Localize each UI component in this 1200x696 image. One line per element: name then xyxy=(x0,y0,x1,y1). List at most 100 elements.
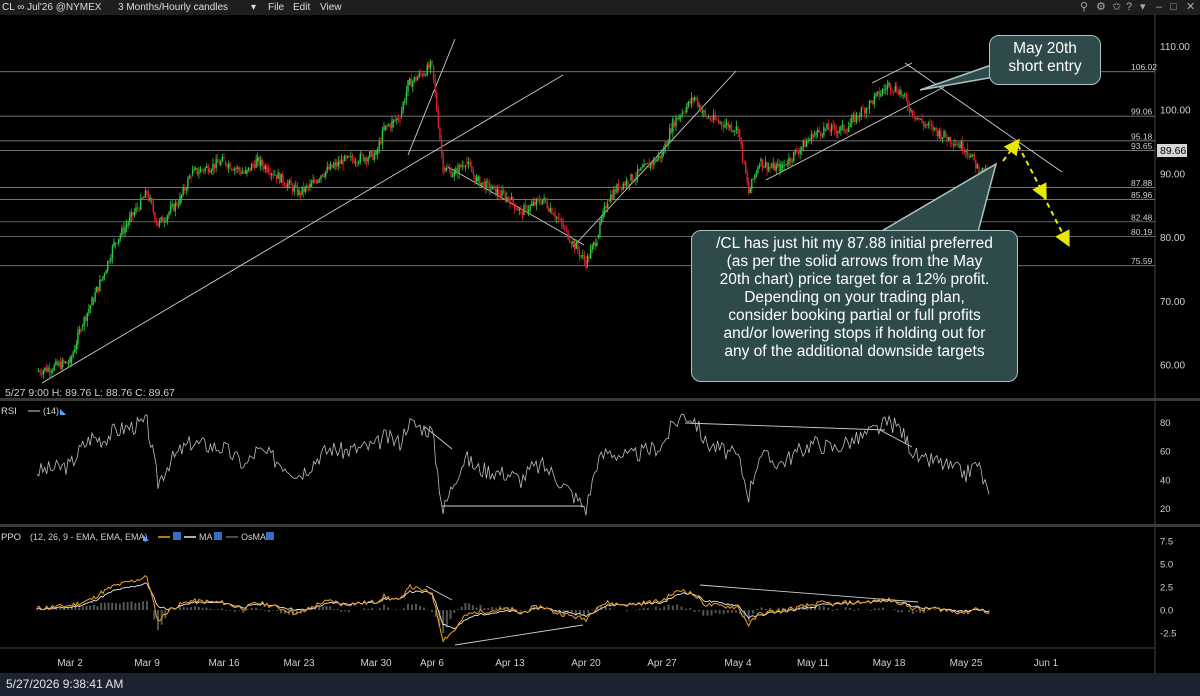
target-callout-line: consider booking partial or full profits xyxy=(728,307,981,324)
candle-body xyxy=(61,360,63,369)
candle-body xyxy=(408,78,411,85)
candle-body xyxy=(152,203,154,213)
trendline[interactable] xyxy=(699,584,919,603)
chevron-down-icon[interactable]: ▾ xyxy=(1140,0,1146,15)
gear-icon[interactable]: ⚙ xyxy=(1096,0,1106,15)
maximize-icon[interactable]: □ xyxy=(1170,0,1177,15)
candle-body xyxy=(309,184,311,187)
candle-body xyxy=(687,101,690,107)
close-icon[interactable]: ✕ xyxy=(1186,0,1195,15)
candle-body xyxy=(764,161,767,167)
candle-body xyxy=(907,99,909,107)
osma-bar xyxy=(897,610,900,613)
candle-body xyxy=(913,115,915,118)
candle-body xyxy=(603,205,606,212)
osma-bar xyxy=(877,608,880,611)
settings-icon[interactable]: ◣ xyxy=(60,407,67,416)
candle-body xyxy=(100,279,103,281)
osma-bar xyxy=(734,610,737,613)
candle-body xyxy=(915,117,917,120)
candle-body xyxy=(754,174,756,179)
candle-body xyxy=(107,260,109,271)
symbol-title[interactable]: CL ∞ Jul'26 @NYMEX xyxy=(2,0,101,15)
trendline[interactable] xyxy=(407,38,456,156)
candle-body xyxy=(277,172,279,179)
osma-bar xyxy=(213,609,216,611)
candle-body xyxy=(74,349,76,353)
candle-body xyxy=(569,239,571,243)
candle-body xyxy=(692,97,694,101)
candle-body xyxy=(499,194,502,197)
candle-body xyxy=(605,205,607,209)
candle-body xyxy=(448,168,451,170)
trendline[interactable] xyxy=(684,422,886,431)
checkbox-icon[interactable] xyxy=(266,532,274,540)
candle-body xyxy=(614,189,617,193)
osma-bar xyxy=(229,610,232,611)
candle-body xyxy=(716,119,718,121)
projection-arrows xyxy=(1002,138,1070,248)
checkbox-icon[interactable] xyxy=(173,532,181,540)
candle-body xyxy=(320,175,322,180)
candle-body xyxy=(507,197,510,200)
search-icon[interactable]: ⚲ xyxy=(1080,0,1088,15)
candle-body xyxy=(975,159,977,169)
menu-file[interactable]: File xyxy=(268,0,284,15)
trendline[interactable] xyxy=(765,86,945,181)
candle-body xyxy=(388,124,390,126)
candle-body xyxy=(247,167,250,170)
candle-body xyxy=(863,108,866,114)
star-icon[interactable]: ✩ xyxy=(1112,0,1121,15)
candle-body xyxy=(298,189,300,196)
period-selector[interactable]: 3 Months/Hourly candles xyxy=(118,0,228,15)
candle-body xyxy=(763,166,765,168)
candle-body xyxy=(676,117,679,120)
menu-edit[interactable]: Edit xyxy=(293,0,310,15)
candle-body xyxy=(815,132,817,135)
candle-body xyxy=(354,162,357,164)
candle-body xyxy=(467,162,470,165)
trendline[interactable] xyxy=(871,62,913,84)
ppo-legend-name[interactable]: PPO xyxy=(1,532,21,543)
candle-body xyxy=(777,163,779,166)
menu-view[interactable]: View xyxy=(320,0,342,15)
candle-body xyxy=(155,220,158,223)
candle-body xyxy=(218,162,220,165)
trendline[interactable] xyxy=(41,74,564,384)
candle-body xyxy=(412,81,414,88)
y-tick-label: 90.00 xyxy=(1160,169,1185,180)
period-dropdown-icon[interactable]: ▾ xyxy=(251,0,256,15)
x-tick-label: May 11 xyxy=(797,658,829,669)
candle-body xyxy=(830,124,833,132)
rsi-legend-name[interactable]: RSI xyxy=(1,406,17,417)
trendline[interactable] xyxy=(454,624,584,646)
candle-body xyxy=(791,160,793,162)
candle-body xyxy=(450,169,452,177)
candle-body xyxy=(973,154,975,160)
settings-icon[interactable]: ◣ xyxy=(143,533,150,542)
candle-body xyxy=(52,370,54,372)
osma-legend-label: OsMA xyxy=(241,532,266,542)
candle-body xyxy=(275,174,278,179)
osma-bar xyxy=(697,610,700,612)
candle-body xyxy=(541,199,544,205)
candle-body xyxy=(673,122,676,127)
checkbox-icon[interactable] xyxy=(214,532,222,540)
panel-divider[interactable] xyxy=(0,524,1200,527)
entry-callout: May 20th short entry xyxy=(989,35,1101,85)
target-callout-line: /CL has just hit my 87.88 initial prefer… xyxy=(716,235,993,252)
candle-body xyxy=(654,159,657,162)
help-icon[interactable]: ? xyxy=(1126,0,1132,15)
candle-body xyxy=(291,184,294,192)
candle-body xyxy=(706,116,708,118)
candle-body xyxy=(59,362,62,369)
candle-body xyxy=(628,184,631,186)
candle-body xyxy=(437,110,440,128)
candle-body xyxy=(243,172,245,174)
candle-body xyxy=(415,76,417,81)
minimize-icon[interactable]: – xyxy=(1156,0,1162,15)
panel-divider[interactable] xyxy=(0,398,1200,401)
x-tick-label: Apr 20 xyxy=(571,658,601,669)
trendline[interactable] xyxy=(572,70,737,248)
candle-body xyxy=(880,93,882,97)
